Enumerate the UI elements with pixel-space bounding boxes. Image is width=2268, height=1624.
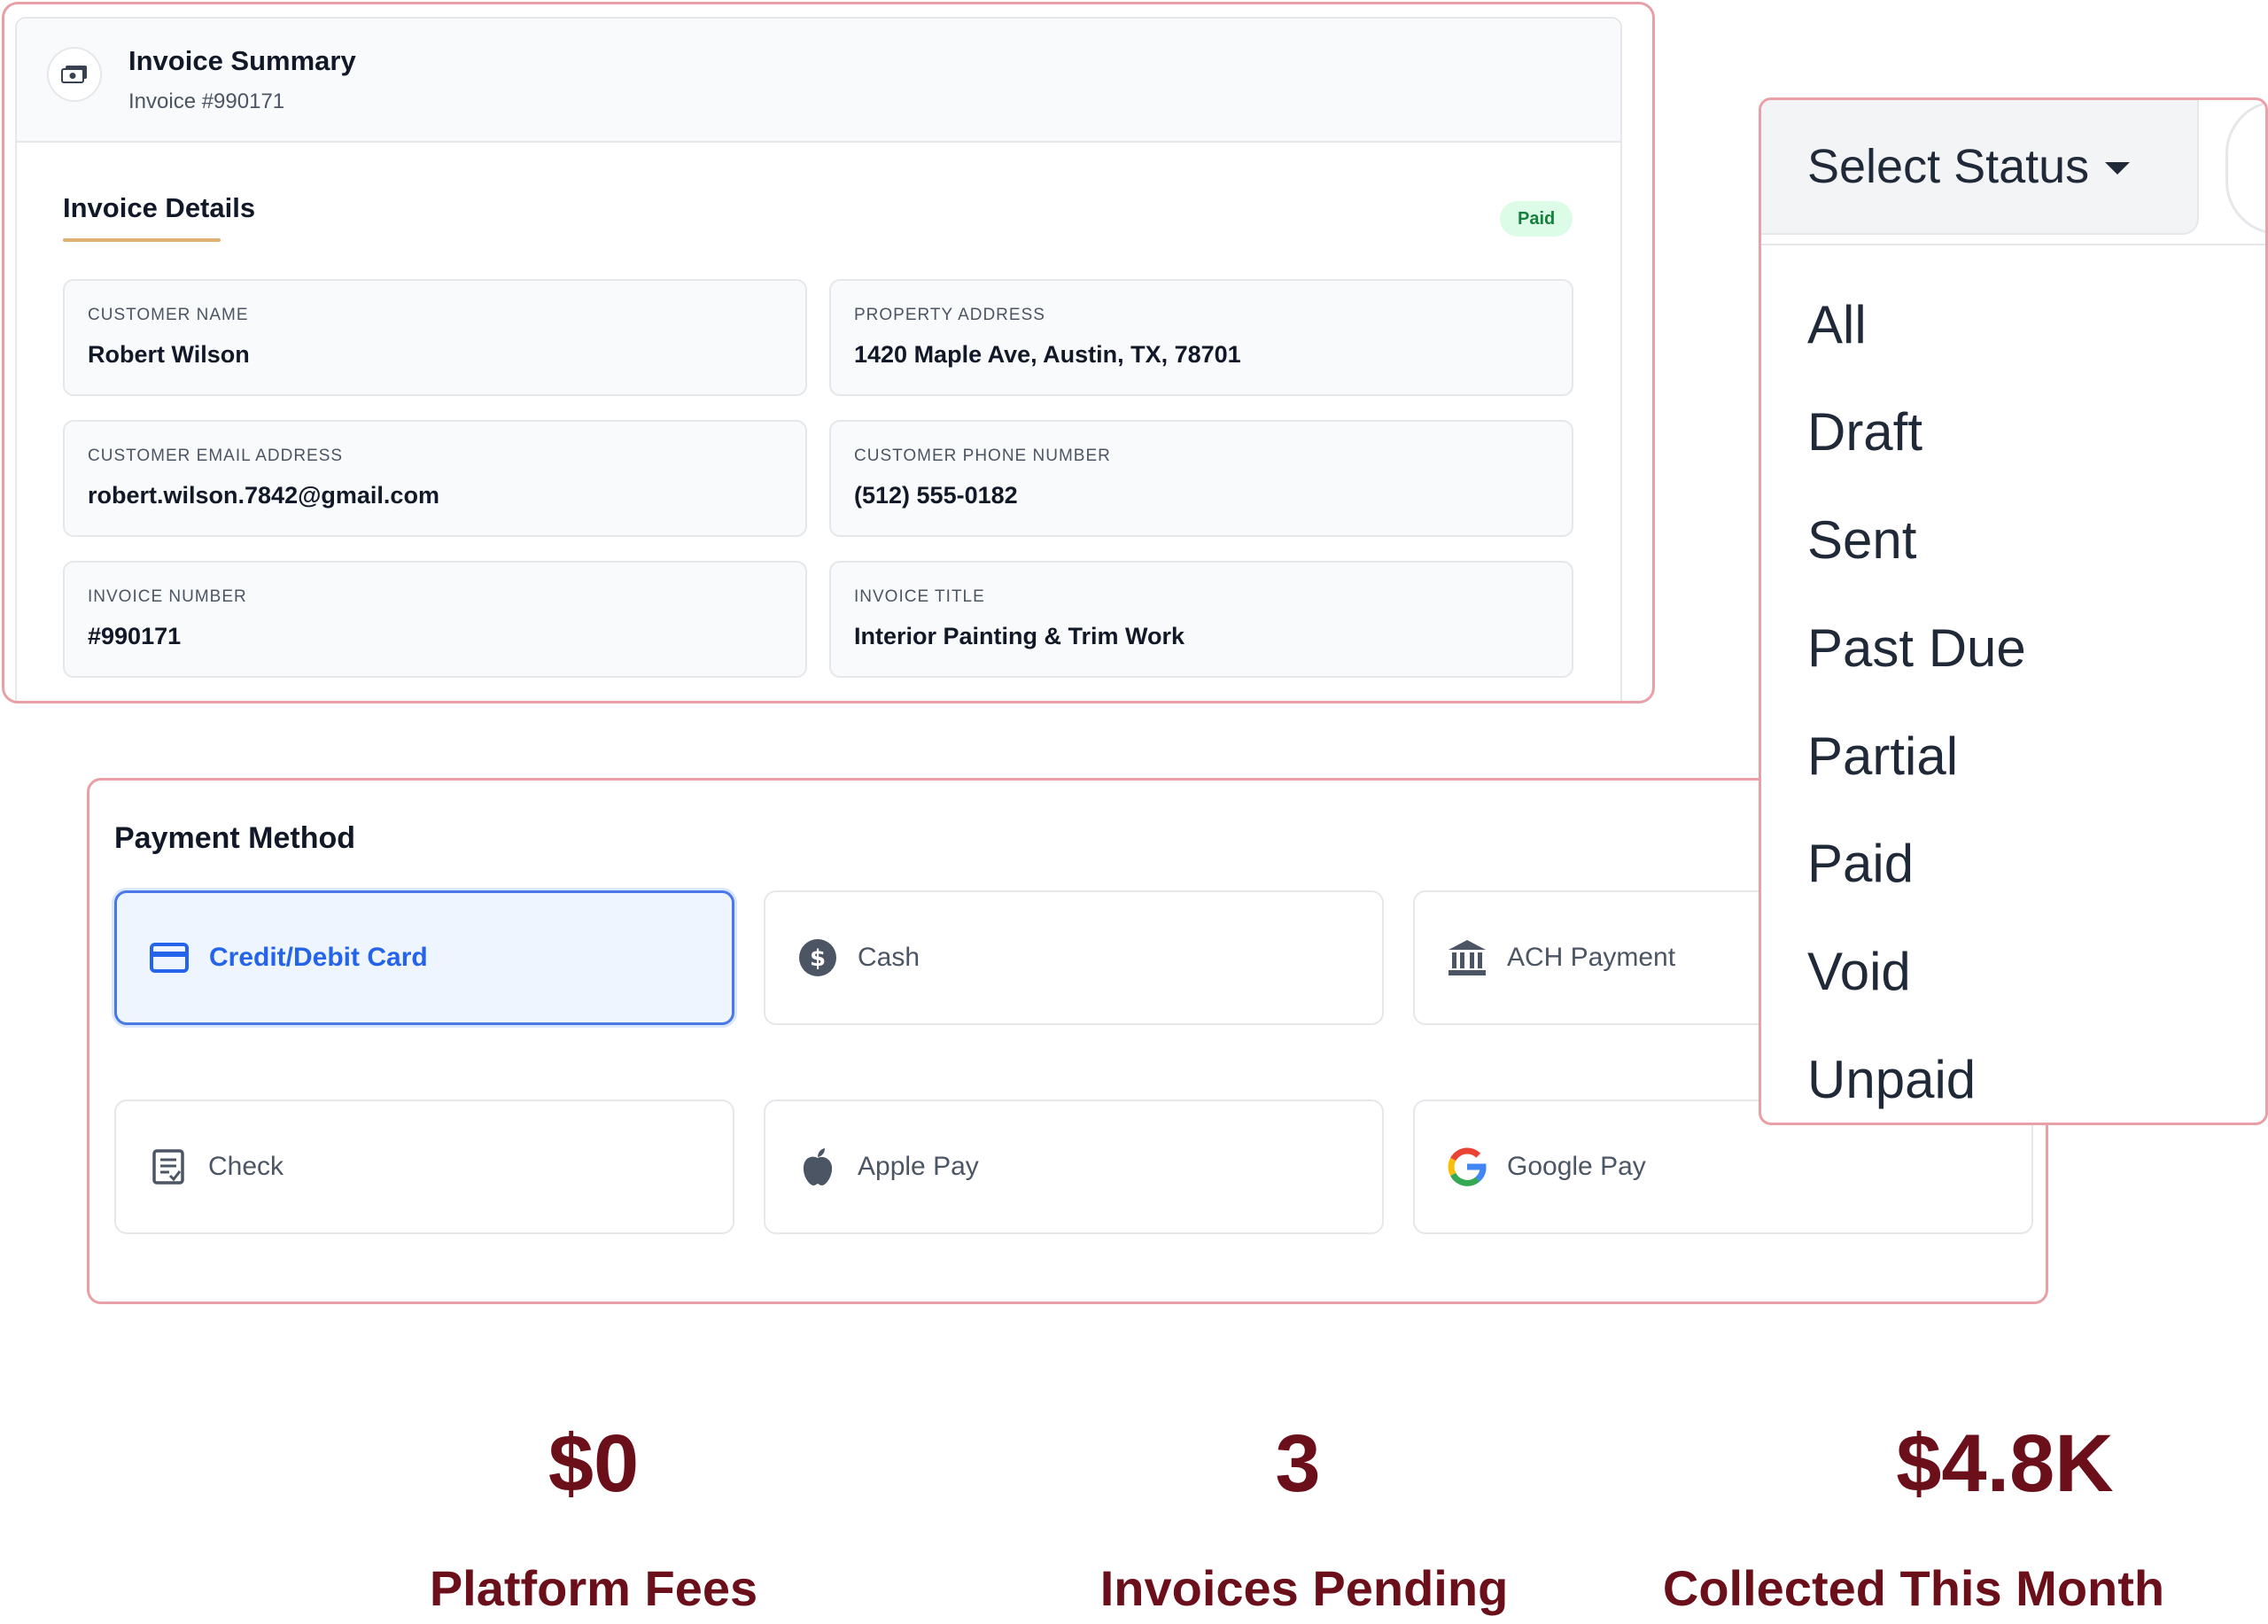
credit-card-icon: [149, 937, 190, 978]
payment-option-label: Cash: [858, 943, 920, 972]
payment-option-cash[interactable]: $ Cash: [764, 890, 1384, 1025]
field-customer-phone: CUSTOMER PHONE NUMBER (512) 555-0182: [829, 420, 1573, 537]
select-status-label: Select Status: [1807, 140, 2090, 193]
money-icon: [47, 47, 102, 102]
stat-value-platform-fees: $0: [548, 1418, 640, 1509]
stat-value-collected-month: $4.8K: [1896, 1418, 2114, 1509]
status-option-sent[interactable]: Sent: [1807, 514, 1916, 567]
status-option-partial[interactable]: Partial: [1807, 730, 1958, 783]
status-badge: Paid: [1500, 201, 1573, 237]
payment-option-label: Check: [208, 1152, 284, 1181]
invoice-subtitle: Invoice #990171: [128, 89, 285, 113]
payment-option-label: ACH Payment: [1507, 943, 1676, 972]
field-label: CUSTOMER NAME: [88, 306, 249, 324]
invoice-title: Invoice Summary: [128, 45, 356, 76]
dollar-circle-icon: $: [797, 937, 838, 978]
field-label: INVOICE TITLE: [854, 587, 985, 606]
svg-text:$: $: [810, 945, 826, 972]
google-icon: [1447, 1146, 1487, 1187]
payment-option-label: Apple Pay: [858, 1152, 979, 1181]
payment-method-panel: Payment Method Credit/Debit Card $ Cash …: [87, 778, 2048, 1304]
field-value: #990171: [88, 623, 182, 649]
status-menu: All Draft Sent Past Due Partial Paid Voi…: [1761, 244, 2265, 1107]
invoice-summary-panel: Invoice Summary Invoice #990171 Invoice …: [2, 2, 1655, 703]
select-status-button[interactable]: Select Status: [1761, 100, 2199, 235]
payment-method-heading: Payment Method: [114, 821, 356, 855]
stat-value-invoices-pending: 3: [1275, 1418, 1321, 1509]
payment-option-check[interactable]: Check: [114, 1100, 734, 1234]
field-invoice-number: INVOICE NUMBER #990171: [63, 561, 807, 678]
secondary-button[interactable]: [2225, 100, 2265, 235]
payment-option-apple-pay[interactable]: Apple Pay: [764, 1100, 1384, 1234]
payment-option-credit-card[interactable]: Credit/Debit Card: [114, 890, 734, 1025]
field-label: PROPERTY ADDRESS: [854, 306, 1045, 324]
check-document-icon: [148, 1146, 189, 1187]
field-value: Interior Painting & Trim Work: [854, 623, 1185, 649]
apple-icon: [797, 1146, 838, 1187]
field-value: 1420 Maple Ave, Austin, TX, 78701: [854, 341, 1241, 368]
stat-label-collected-month: Collected This Month: [1662, 1560, 2165, 1616]
invoice-summary-card: Invoice Summary Invoice #990171 Invoice …: [15, 17, 1622, 701]
status-option-unpaid[interactable]: Unpaid: [1807, 1053, 1976, 1107]
stat-label-invoices-pending: Invoices Pending: [1099, 1560, 1509, 1616]
details-underline: [63, 238, 221, 242]
invoice-header: Invoice Summary Invoice #990171: [17, 19, 1620, 143]
field-label: INVOICE NUMBER: [88, 587, 247, 606]
status-option-all[interactable]: All: [1807, 299, 1867, 352]
status-dropdown: Select Status All Draft Sent Past Due Pa…: [1759, 97, 2268, 1125]
bank-icon: [1447, 937, 1487, 978]
status-option-draft[interactable]: Draft: [1807, 406, 1922, 459]
field-customer-name: CUSTOMER NAME Robert Wilson: [63, 279, 807, 396]
payment-option-label: Google Pay: [1507, 1152, 1646, 1181]
caret-down-icon: [2105, 162, 2131, 175]
invoice-details-heading: Invoice Details: [63, 192, 256, 223]
stat-label-platform-fees: Platform Fees: [429, 1560, 758, 1616]
field-customer-email: CUSTOMER EMAIL ADDRESS robert.wilson.784…: [63, 420, 807, 537]
status-option-past-due[interactable]: Past Due: [1807, 622, 2026, 675]
field-value: Robert Wilson: [88, 341, 250, 368]
field-value: (512) 555-0182: [854, 482, 1018, 509]
status-option-void[interactable]: Void: [1807, 945, 1911, 998]
payment-option-label: Credit/Debit Card: [209, 943, 428, 972]
field-value: robert.wilson.7842@gmail.com: [88, 482, 439, 509]
field-property-address: PROPERTY ADDRESS 1420 Maple Ave, Austin,…: [829, 279, 1573, 396]
field-invoice-title: INVOICE TITLE Interior Painting & Trim W…: [829, 561, 1573, 678]
field-label: CUSTOMER EMAIL ADDRESS: [88, 447, 344, 465]
field-label: CUSTOMER PHONE NUMBER: [854, 447, 1111, 465]
status-option-paid[interactable]: Paid: [1807, 837, 1914, 890]
